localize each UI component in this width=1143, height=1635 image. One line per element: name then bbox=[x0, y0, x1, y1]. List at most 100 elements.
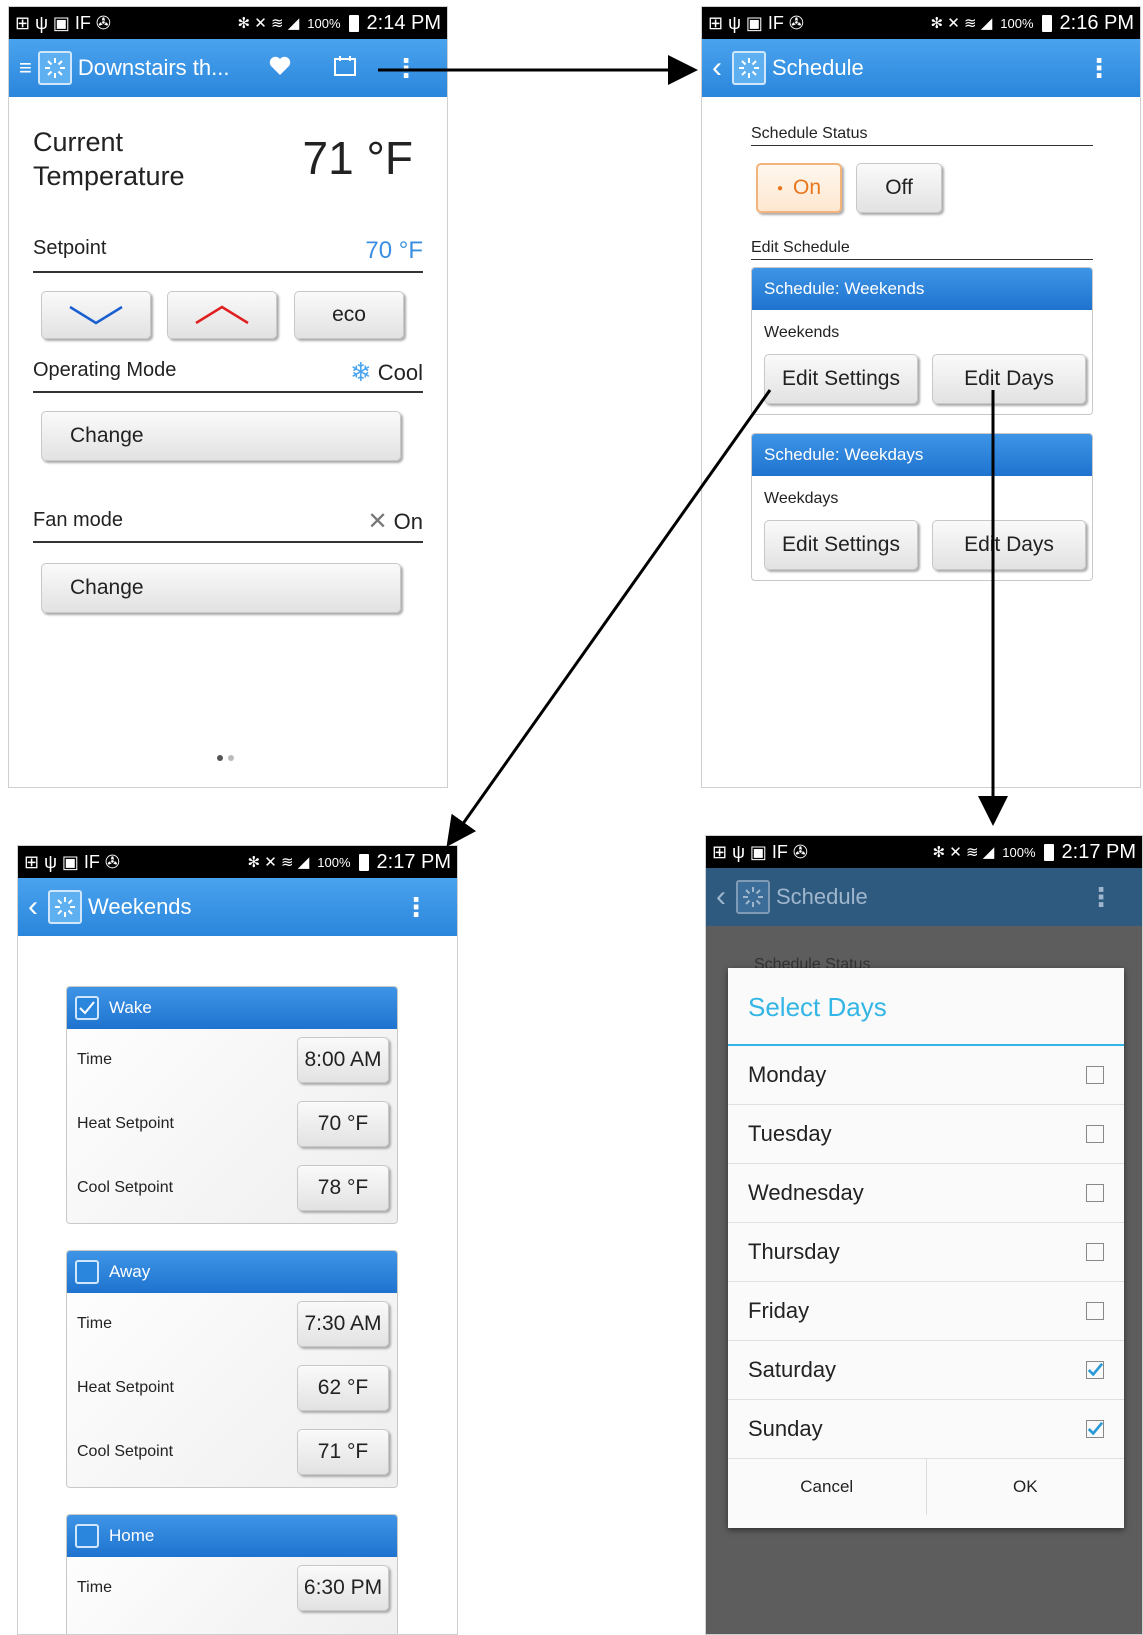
status-bar: ⊞ ψ ▣ IF ✇ ✻ ✕ ≋ ◢ 100% 2:17 PM bbox=[706, 836, 1142, 868]
fan-mode-label: Fan mode bbox=[33, 509, 124, 531]
cool-setpoint-button[interactable]: 71 °F bbox=[297, 1429, 389, 1475]
period-name: Away bbox=[109, 1262, 151, 1281]
cool-setpoint-label: Cool Setpoint bbox=[77, 1443, 174, 1460]
app-bar-title: Downstairs th... bbox=[77, 55, 230, 80]
time-label: Time bbox=[77, 1579, 112, 1596]
app-logo-icon bbox=[48, 890, 82, 924]
clock: 2:16 PM bbox=[1059, 11, 1134, 34]
schedule-name: Weekdays bbox=[764, 490, 839, 507]
fan-icon: ✕ bbox=[367, 508, 388, 535]
day-row[interactable]: Monday bbox=[728, 1046, 1124, 1105]
edit-settings-button[interactable]: Edit Settings bbox=[764, 520, 918, 570]
day-row[interactable]: Thursday bbox=[728, 1223, 1124, 1282]
checkbox-unchecked-icon[interactable] bbox=[75, 1260, 99, 1284]
back-chevron-icon[interactable]: ‹ bbox=[712, 51, 722, 85]
dialog-buttons: Cancel OK bbox=[728, 1459, 1124, 1515]
status-left-icons: ⊞ ψ ▣ IF ✇ bbox=[15, 12, 112, 33]
period-card-away: Away Time 7:30 AM Heat Setpoint 62 °F Co… bbox=[66, 1250, 398, 1488]
schedule-off-button[interactable]: Off bbox=[856, 163, 942, 213]
checkbox-unchecked-icon[interactable] bbox=[1086, 1066, 1104, 1084]
app-logo-icon bbox=[732, 51, 766, 85]
heat-setpoint-button[interactable]: 70 °F bbox=[297, 1101, 389, 1147]
schedule-screen: ⊞ ψ ▣ IF ✇ ✻ ✕ ≋ ◢ 100% 2:16 PM ‹ Schedu… bbox=[701, 6, 1141, 788]
cancel-button[interactable]: Cancel bbox=[728, 1459, 927, 1515]
off-label: Off bbox=[885, 176, 913, 199]
battery-icon bbox=[1041, 14, 1052, 32]
ok-button[interactable]: OK bbox=[927, 1459, 1125, 1515]
checkbox-unchecked-icon[interactable] bbox=[1086, 1184, 1104, 1202]
fan-mode-change-button[interactable]: Change bbox=[41, 563, 401, 613]
schedule-on-button[interactable]: ● On bbox=[756, 163, 842, 213]
battery-percent: 100% bbox=[1000, 15, 1034, 31]
overflow-menu-icon: ⋮ bbox=[1088, 882, 1114, 912]
on-label: On bbox=[793, 176, 822, 199]
app-logo-icon bbox=[736, 880, 770, 914]
checkbox-unchecked-icon[interactable] bbox=[1086, 1125, 1104, 1143]
app-bar-title: Weekends bbox=[88, 894, 192, 919]
snowflake-icon: ❄ bbox=[349, 357, 372, 387]
setpoint-row: Setpoint 70 °F bbox=[33, 233, 423, 273]
back-chevron-icon: ‹ bbox=[716, 880, 726, 913]
setpoint-value: 70 °F bbox=[365, 237, 423, 264]
chevron-up-icon bbox=[195, 305, 249, 325]
checkbox-checked-icon[interactable] bbox=[75, 996, 99, 1020]
current-temperature-value: 71 °F bbox=[302, 132, 413, 184]
day-row[interactable]: Wednesday bbox=[728, 1164, 1124, 1223]
chevron-down-icon bbox=[69, 305, 123, 325]
edit-settings-button[interactable]: Edit Settings bbox=[764, 354, 918, 404]
page-indicator bbox=[217, 755, 234, 761]
status-left-icons: ⊞ ψ ▣ IF ✇ bbox=[24, 851, 121, 872]
status-right-icons: ✻ ✕ ≋ ◢ bbox=[247, 854, 310, 871]
checkbox-checked-icon[interactable] bbox=[1086, 1361, 1104, 1379]
cool-setpoint-button[interactable]: 78 °F bbox=[297, 1165, 389, 1211]
calendar-icon[interactable] bbox=[333, 55, 357, 82]
checkbox-unchecked-icon[interactable] bbox=[1086, 1243, 1104, 1261]
overflow-menu-icon[interactable]: ⋮ bbox=[403, 894, 429, 920]
day-list: Monday Tuesday Wednesday Thursday Friday Satu… bbox=[728, 1046, 1124, 1459]
day-row[interactable]: Tuesday bbox=[728, 1105, 1124, 1164]
favorite-heart-icon[interactable] bbox=[269, 56, 291, 81]
status-bar: ⊞ ψ ▣ IF ✇ ✻ ✕ ≋ ◢ 100% 2:16 PM bbox=[702, 7, 1140, 39]
checkbox-unchecked-icon[interactable] bbox=[1086, 1302, 1104, 1320]
app-bar: ≡ Downstairs th... ⋮ bbox=[9, 39, 447, 97]
clock: 2:17 PM bbox=[376, 850, 451, 873]
battery-icon bbox=[358, 853, 369, 871]
checkbox-checked-icon[interactable] bbox=[1086, 1420, 1104, 1438]
status-right-icons: ✻ ✕ ≋ ◢ bbox=[932, 844, 995, 861]
day-row[interactable]: Saturday bbox=[728, 1341, 1124, 1400]
schedule-card-header: Schedule: Weekends bbox=[752, 268, 1092, 310]
overflow-menu-icon[interactable]: ⋮ bbox=[393, 55, 419, 81]
fan-change-label: Change bbox=[70, 576, 144, 599]
time-value-button[interactable]: 7:30 AM bbox=[297, 1301, 389, 1347]
day-label: Thursday bbox=[748, 1239, 840, 1264]
operating-mode-change-button[interactable]: Change bbox=[41, 411, 401, 461]
time-value-button[interactable]: 6:30 PM bbox=[297, 1565, 389, 1611]
status-right-icons: ✻ ✕ ≋ ◢ bbox=[237, 15, 300, 32]
app-bar: ‹ Weekends ⋮ bbox=[18, 878, 457, 936]
battery-percent: 100% bbox=[307, 15, 341, 31]
edit-days-button[interactable]: Edit Days bbox=[932, 354, 1086, 404]
day-row[interactable]: Friday bbox=[728, 1282, 1124, 1341]
clock: 2:14 PM bbox=[366, 11, 441, 34]
fan-mode-value: On bbox=[393, 508, 423, 534]
eco-button[interactable]: eco bbox=[294, 291, 404, 339]
heat-setpoint-button[interactable]: 62 °F bbox=[297, 1365, 389, 1411]
battery-percent: 100% bbox=[1002, 844, 1036, 860]
back-chevron-icon[interactable]: ‹ bbox=[28, 890, 38, 924]
time-value-button[interactable]: 8:00 AM bbox=[297, 1037, 389, 1083]
day-row[interactable]: Sunday bbox=[728, 1400, 1124, 1459]
setpoint-down-button[interactable] bbox=[41, 291, 151, 339]
period-name: Wake bbox=[109, 998, 152, 1017]
setpoint-up-button[interactable] bbox=[167, 291, 277, 339]
day-label: Saturday bbox=[748, 1357, 837, 1382]
setpoint-label: Setpoint bbox=[33, 237, 107, 259]
app-bar-title: Schedule bbox=[772, 55, 864, 80]
overflow-menu-icon[interactable]: ⋮ bbox=[1086, 55, 1112, 81]
edit-days-button[interactable]: Edit Days bbox=[932, 520, 1086, 570]
app-logo-icon bbox=[37, 51, 72, 85]
checkbox-unchecked-icon[interactable] bbox=[75, 1524, 99, 1548]
status-left-icons: ⊞ ψ ▣ IF ✇ bbox=[708, 12, 805, 33]
app-bar-dimmed: ‹ Schedule ⋮ bbox=[706, 868, 1142, 926]
time-label: Time bbox=[77, 1315, 112, 1332]
menu-icon[interactable]: ≡ bbox=[19, 55, 32, 81]
